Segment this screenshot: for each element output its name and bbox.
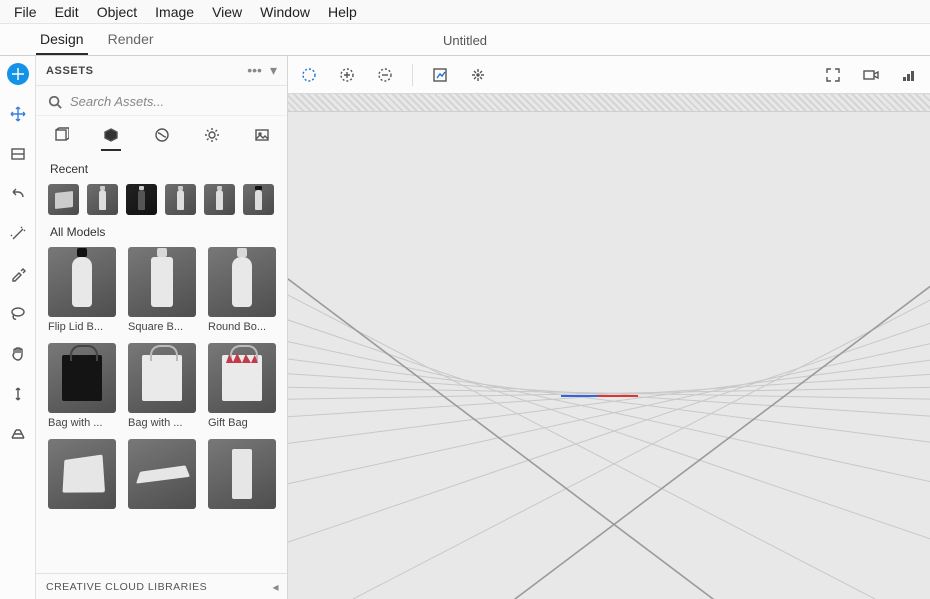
menu-view[interactable]: View	[204, 3, 250, 21]
viewport-area	[288, 56, 930, 599]
viewport-grip[interactable]	[288, 94, 930, 112]
menu-file[interactable]: File	[6, 3, 45, 21]
axis-z	[561, 395, 599, 397]
recent-item-4[interactable]	[165, 184, 196, 215]
menu-bar: File Edit Object Image View Window Help	[0, 0, 930, 24]
camera-icon[interactable]	[860, 64, 882, 86]
menu-image[interactable]: Image	[147, 3, 202, 21]
model-tall-box[interactable]	[208, 439, 276, 513]
model-box[interactable]	[48, 439, 116, 513]
filter-models-icon[interactable]	[100, 124, 122, 146]
recent-item-2[interactable]	[87, 184, 118, 215]
model-round-bottle[interactable]: Round Bo...	[208, 247, 276, 333]
filter-starter-icon[interactable]	[50, 124, 72, 146]
add-button[interactable]	[6, 62, 30, 86]
search-icon	[48, 95, 62, 109]
filter-lights-icon[interactable]	[201, 124, 223, 146]
render-settings-icon[interactable]	[898, 64, 920, 86]
ground-grid	[288, 112, 930, 599]
plane-tool[interactable]	[6, 142, 30, 166]
filter-images-icon[interactable]	[251, 124, 273, 146]
recent-item-5[interactable]	[204, 184, 235, 215]
model-bag-2[interactable]: Bag with ...	[128, 343, 196, 429]
lasso-tool[interactable]	[6, 302, 30, 326]
section-all-models: All Models	[50, 225, 277, 239]
assets-panel: ASSETS ••• ▾ Search Assets... Recent	[36, 56, 288, 599]
panel-title: ASSETS	[46, 65, 94, 77]
fullscreen-icon[interactable]	[822, 64, 844, 86]
recent-item-6[interactable]	[243, 184, 274, 215]
3d-canvas[interactable]	[288, 112, 930, 599]
menu-edit[interactable]: Edit	[47, 3, 87, 21]
search-placeholder: Search Assets...	[70, 94, 164, 109]
select-tool[interactable]	[298, 64, 320, 86]
menu-help[interactable]: Help	[320, 3, 365, 21]
axis-x	[598, 395, 638, 397]
panel-collapse-icon[interactable]: ▾	[270, 62, 277, 79]
snap-tool[interactable]	[467, 64, 489, 86]
model-gift-bag[interactable]: Gift Bag	[208, 343, 276, 429]
model-square-bottle[interactable]: Square B...	[128, 247, 196, 333]
cc-libraries-toggle[interactable]: CREATIVE CLOUD LIBRARIES ◂	[36, 573, 287, 599]
search-input[interactable]: Search Assets...	[36, 86, 287, 116]
sub-select-tool[interactable]	[374, 64, 396, 86]
tab-render[interactable]: Render	[96, 25, 166, 55]
model-flat-box[interactable]	[128, 439, 196, 513]
viewport-toolbar	[288, 56, 930, 94]
vertical-tool[interactable]	[6, 382, 30, 406]
model-flip-lid-bottle[interactable]: Flip Lid B...	[48, 247, 116, 333]
section-recent: Recent	[50, 162, 277, 176]
panel-options-icon[interactable]: •••	[247, 62, 262, 79]
menu-object[interactable]: Object	[89, 3, 145, 21]
tab-design[interactable]: Design	[28, 25, 96, 55]
move-tool[interactable]	[6, 102, 30, 126]
perspective-tool[interactable]	[6, 422, 30, 446]
menu-window[interactable]: Window	[252, 3, 318, 21]
mode-tabs: Design Render Untitled	[0, 24, 930, 56]
chevron-left-icon: ◂	[272, 580, 279, 594]
eyedropper-tool[interactable]	[6, 262, 30, 286]
model-bag-1[interactable]: Bag with ...	[48, 343, 116, 429]
recent-item-3[interactable]	[126, 184, 157, 215]
filter-materials-icon[interactable]	[151, 124, 173, 146]
add-select-tool[interactable]	[336, 64, 358, 86]
hand-tool[interactable]	[6, 342, 30, 366]
tool-strip	[0, 56, 36, 599]
undo-tool[interactable]	[6, 182, 30, 206]
wand-tool[interactable]	[6, 222, 30, 246]
frame-tool[interactable]	[429, 64, 451, 86]
recent-item-1[interactable]	[48, 184, 79, 215]
